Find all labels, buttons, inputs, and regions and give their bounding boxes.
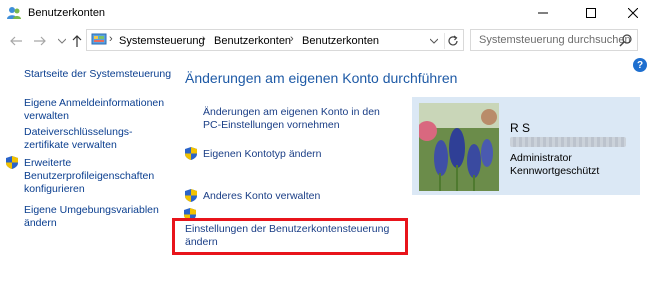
- uac-shield-icon: [6, 156, 18, 169]
- account-name: R S: [510, 121, 531, 135]
- uac-shield-icon: [185, 189, 197, 202]
- link-kontotyp-aendern[interactable]: Eigenen Kontotyp ändern: [203, 148, 322, 161]
- account-panel: R S Administrator Kennwortgeschützt: [412, 97, 640, 195]
- account-password-status: Kennwortgeschützt: [510, 165, 600, 177]
- sidebar-item-label: Benutzerprofileigenschaften: [24, 170, 155, 182]
- link-label: Änderungen am eigenen Konto in den: [203, 106, 380, 118]
- back-button[interactable]: [8, 33, 24, 49]
- refresh-button[interactable]: [444, 33, 460, 49]
- highlight-annotation: [172, 218, 408, 255]
- close-button[interactable]: [616, 0, 650, 26]
- forward-button[interactable]: [32, 33, 48, 49]
- navigation-bar: › Systemsteuerung › Benutzerkonten › Ben…: [0, 27, 650, 55]
- control-panel-icon: [91, 33, 107, 45]
- minimize-button[interactable]: [526, 0, 560, 26]
- search-input[interactable]: Systemsteuerung durchsuchen: [479, 34, 631, 46]
- redacted-email: [510, 137, 626, 147]
- breadcrumb-separator: ›: [109, 33, 113, 45]
- sidebar-item-label: Dateiverschlüsselungs-: [24, 126, 133, 138]
- uac-shield-icon: [185, 147, 197, 160]
- sidebar-item-umgebungsvariablen[interactable]: Eigene Umgebungsvariablen ändern: [24, 204, 174, 230]
- sidebar-item-label: ändern: [24, 217, 57, 229]
- avatar[interactable]: [419, 103, 499, 191]
- breadcrumb-benutzerkonten-1[interactable]: Benutzerkonten: [214, 35, 291, 47]
- sidebar-item-label: Eigene Anmeldeinformationen: [24, 97, 165, 109]
- search-box[interactable]: Systemsteuerung durchsuchen: [470, 29, 638, 51]
- sidebar-item-benutzerprofileigenschaften[interactable]: Erweiterte Benutzerprofileigenschaften k…: [24, 157, 174, 196]
- sidebar-item-label: Eigene Umgebungsvariablen: [24, 204, 159, 216]
- breadcrumb-benutzerkonten-2[interactable]: Benutzerkonten: [302, 35, 379, 47]
- refresh-icon: [447, 35, 458, 46]
- forward-arrow-icon: [34, 36, 46, 46]
- link-anderes-konto[interactable]: Anderes Konto verwalten: [203, 190, 320, 203]
- search-icon[interactable]: [619, 33, 633, 47]
- sidebar-item-label: konfigurieren: [24, 183, 85, 195]
- sidebar-item-anmeldeinformationen[interactable]: Eigene Anmeldeinformationen verwalten: [24, 97, 174, 123]
- maximize-button[interactable]: [574, 0, 608, 26]
- user-accounts-icon: [7, 7, 21, 19]
- minimize-icon: [538, 12, 548, 14]
- account-role: Administrator: [510, 152, 572, 164]
- chevron-down-icon: [430, 38, 438, 44]
- up-button[interactable]: [69, 33, 85, 49]
- breadcrumb-systemsteuerung[interactable]: Systemsteuerung: [119, 35, 205, 47]
- close-icon: [628, 8, 638, 18]
- link-pc-einstellungen[interactable]: Änderungen am eigenen Konto in den PC-Ei…: [203, 106, 380, 132]
- address-bar[interactable]: › Systemsteuerung › Benutzerkonten › Ben…: [86, 29, 464, 51]
- link-label: Anderes Konto verwalten: [203, 190, 321, 202]
- window-title: Benutzerkonten: [28, 7, 106, 19]
- recent-locations-button[interactable]: [54, 33, 70, 49]
- maximize-icon: [586, 8, 596, 18]
- link-label: PC-Einstellungen vornehmen: [203, 119, 340, 131]
- sidebar-item-startseite[interactable]: Startseite der Systemsteuerung: [24, 68, 174, 81]
- sidebar-item-label: verwalten: [24, 110, 69, 122]
- sidebar-item-dateiverschluesselung[interactable]: Dateiverschlüsselungs- zertifikate verwa…: [24, 126, 174, 152]
- address-dropdown-button[interactable]: [427, 34, 441, 48]
- breadcrumb-separator: ›: [202, 33, 206, 45]
- sidebar-item-label: Erweiterte: [24, 157, 72, 169]
- breadcrumb-separator: ›: [290, 33, 294, 45]
- sidebar-item-label: Startseite der Systemsteuerung: [24, 68, 172, 80]
- back-arrow-icon: [10, 36, 22, 46]
- sidebar-item-label: zertifikate verwalten: [24, 139, 117, 151]
- chevron-down-icon: [58, 38, 66, 44]
- title-bar: Benutzerkonten: [0, 0, 650, 26]
- help-icon[interactable]: ?: [633, 58, 647, 72]
- page-title: Änderungen am eigenen Konto durchführen: [185, 70, 458, 86]
- link-label: Eigenen Kontotyp ändern: [203, 148, 322, 160]
- up-arrow-icon: [72, 35, 82, 47]
